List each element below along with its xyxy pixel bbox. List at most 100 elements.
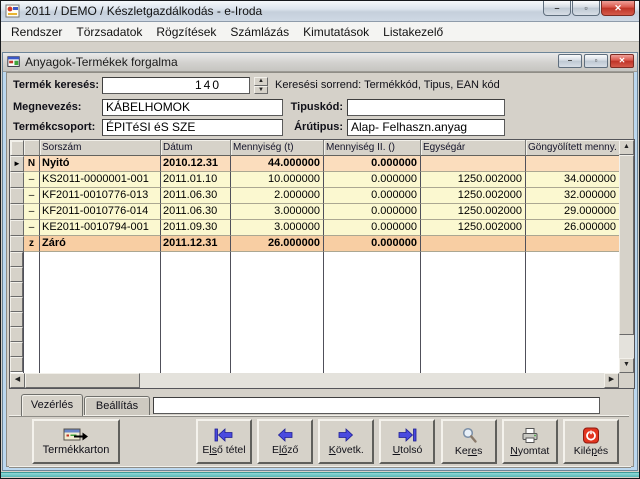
current-row-arrow: ► bbox=[13, 159, 21, 168]
product-card-button-label: Termékkarton bbox=[43, 444, 110, 456]
table-row[interactable]: zZáró2011.12.3126.0000000.000000 bbox=[10, 236, 619, 252]
table-row[interactable]: ►NNyitó2010.12.3144.0000000.000000 bbox=[10, 156, 619, 172]
print-button[interactable]: Nyomtat bbox=[502, 419, 558, 464]
header-selector-cell bbox=[10, 140, 24, 156]
maximize-icon[interactable]: ▫ bbox=[572, 1, 600, 16]
search-icon bbox=[459, 427, 479, 444]
navigation-buttons: Első tétel Előző Követk. bbox=[196, 419, 619, 464]
spinner-up-icon[interactable]: ▲ bbox=[254, 77, 268, 86]
column-header-datum[interactable]: Dátum bbox=[161, 140, 231, 156]
row-selector[interactable] bbox=[10, 267, 23, 282]
menu-item-listakezelo[interactable]: Listakezelő bbox=[376, 23, 450, 41]
form-maximize-icon[interactable]: ▫ bbox=[584, 54, 608, 68]
previous-button[interactable]: Előző bbox=[257, 419, 313, 464]
product-group-label: Termékcsoport: bbox=[13, 119, 95, 136]
table-row[interactable]: –KF2011-0010776-0132011.06.302.0000000.0… bbox=[10, 188, 619, 204]
vertical-scroll-thumb[interactable] bbox=[619, 155, 634, 335]
spinner-down-icon[interactable]: ▼ bbox=[254, 86, 268, 95]
row-selector[interactable] bbox=[10, 252, 23, 267]
product-group-field[interactable]: ÉPITéSI éS SZE bbox=[102, 119, 283, 136]
table-row[interactable]: –KE2011-0010794-0012011.09.303.0000000.0… bbox=[10, 220, 619, 236]
column-header-sorszam[interactable]: Sorszám bbox=[40, 140, 161, 156]
status-field[interactable] bbox=[153, 397, 600, 414]
table-cell: 3.000000 bbox=[231, 220, 324, 236]
type-code-label: Tipuskód: bbox=[257, 99, 343, 116]
close-icon[interactable]: ✕ bbox=[601, 1, 635, 16]
table-cell: 34.000000 bbox=[526, 172, 619, 188]
menubar: Rendszer Törzsadatok Rögzítések Számlázá… bbox=[1, 22, 639, 42]
tab-beallitas[interactable]: Beállítás bbox=[84, 396, 150, 416]
table-cell: 2011.12.31 bbox=[161, 236, 231, 252]
goods-type-field[interactable]: Alap- Felhaszn.anyag bbox=[347, 119, 505, 136]
last-button[interactable]: Utolsó bbox=[379, 419, 435, 464]
table-row[interactable]: –KS2011-0000001-0012011.01.1010.0000000.… bbox=[10, 172, 619, 188]
first-item-button[interactable]: Első tétel bbox=[196, 419, 252, 464]
table-cell: 1250.002000 bbox=[421, 188, 526, 204]
next-button[interactable]: Követk. bbox=[318, 419, 374, 464]
row-selector[interactable] bbox=[10, 312, 23, 327]
table-cell: KS2011-0000001-001 bbox=[40, 172, 161, 188]
exit-button[interactable]: Kilépés bbox=[563, 419, 619, 464]
horizontal-scroll-thumb[interactable] bbox=[25, 373, 140, 388]
name-label: Megnevezés: bbox=[13, 99, 81, 116]
tab-baseline bbox=[9, 415, 629, 417]
row-selector[interactable] bbox=[10, 236, 24, 252]
search-spinner: ▲ ▼ bbox=[254, 77, 268, 94]
table-cell bbox=[526, 156, 619, 172]
table-cell: 2010.12.31 bbox=[161, 156, 231, 172]
row-type-marker: – bbox=[24, 204, 40, 220]
table-cell: 10.000000 bbox=[231, 172, 324, 188]
last-icon bbox=[396, 427, 418, 443]
menu-item-szamlazas[interactable]: Számlázás bbox=[223, 23, 296, 41]
goods-type-label: Árútipus: bbox=[257, 119, 343, 136]
scroll-down-icon[interactable]: ▼ bbox=[619, 358, 634, 373]
menu-item-rendszer[interactable]: Rendszer bbox=[4, 23, 69, 41]
row-selector[interactable] bbox=[10, 282, 23, 297]
row-type-marker: z bbox=[24, 236, 40, 252]
previous-icon bbox=[274, 427, 296, 443]
product-card-icon bbox=[63, 427, 89, 443]
search-button[interactable]: Keres bbox=[441, 419, 497, 464]
row-selector[interactable] bbox=[10, 204, 24, 220]
column-header-egysegar[interactable]: Egységár bbox=[421, 140, 526, 156]
scroll-right-icon[interactable]: ▶ bbox=[604, 373, 619, 388]
table-cell: 2011.06.30 bbox=[161, 188, 231, 204]
menu-item-rogzitesek[interactable]: Rögzítések bbox=[149, 23, 223, 41]
menu-item-torzsadatok[interactable]: Törzsadatok bbox=[69, 23, 149, 41]
row-selector[interactable] bbox=[10, 357, 23, 372]
horizontal-scrollbar[interactable]: ◀ ▶ bbox=[10, 373, 619, 388]
table-cell bbox=[526, 236, 619, 252]
scroll-left-icon[interactable]: ◀ bbox=[10, 373, 25, 388]
row-selector[interactable] bbox=[10, 188, 24, 204]
row-type-marker: – bbox=[24, 220, 40, 236]
table-cell bbox=[421, 236, 526, 252]
product-search-input[interactable]: 140 bbox=[102, 77, 250, 94]
row-selector[interactable] bbox=[10, 327, 23, 342]
row-selector[interactable]: ► bbox=[10, 156, 24, 172]
column-header-mennyiseg[interactable]: Mennyiség (t) bbox=[231, 140, 324, 156]
scroll-up-icon[interactable]: ▲ bbox=[619, 140, 634, 155]
window-bottom-edge bbox=[1, 472, 639, 477]
column-header-mennyiseg2[interactable]: Mennyiség II. () bbox=[324, 140, 421, 156]
menu-item-kimutatasok[interactable]: Kimutatások bbox=[296, 23, 376, 41]
name-field[interactable]: KÁBELHOMOK bbox=[102, 99, 283, 116]
row-selector[interactable] bbox=[10, 297, 23, 312]
table-cell: 3.000000 bbox=[231, 204, 324, 220]
row-selector[interactable] bbox=[10, 220, 24, 236]
form-close-icon[interactable]: ✕ bbox=[610, 54, 634, 68]
table-cell: 2.000000 bbox=[231, 188, 324, 204]
column-header-gongyolitett[interactable]: Göngyölített menny. bbox=[526, 140, 619, 156]
vertical-scrollbar[interactable]: ▲ ▼ bbox=[619, 140, 634, 373]
type-code-field[interactable] bbox=[347, 99, 505, 116]
minimize-icon[interactable]: – bbox=[543, 1, 571, 16]
titlebar[interactable]: 2011 / DEMO / Készletgazdálkodás - e-Iro… bbox=[1, 1, 639, 22]
app-icon bbox=[5, 3, 21, 19]
row-selector[interactable] bbox=[10, 342, 23, 357]
form-titlebar[interactable]: Anyagok-Termékek forgalma – ▫ ✕ bbox=[3, 53, 637, 72]
tab-vezerles[interactable]: Vezérlés bbox=[21, 394, 83, 416]
product-card-button[interactable]: Termékkarton bbox=[32, 419, 120, 464]
table-row[interactable]: –KF2011-0010776-0142011.06.303.0000000.0… bbox=[10, 204, 619, 220]
window-controls: – ▫ ✕ bbox=[542, 1, 635, 16]
row-selector[interactable] bbox=[10, 172, 24, 188]
form-minimize-icon[interactable]: – bbox=[558, 54, 582, 68]
